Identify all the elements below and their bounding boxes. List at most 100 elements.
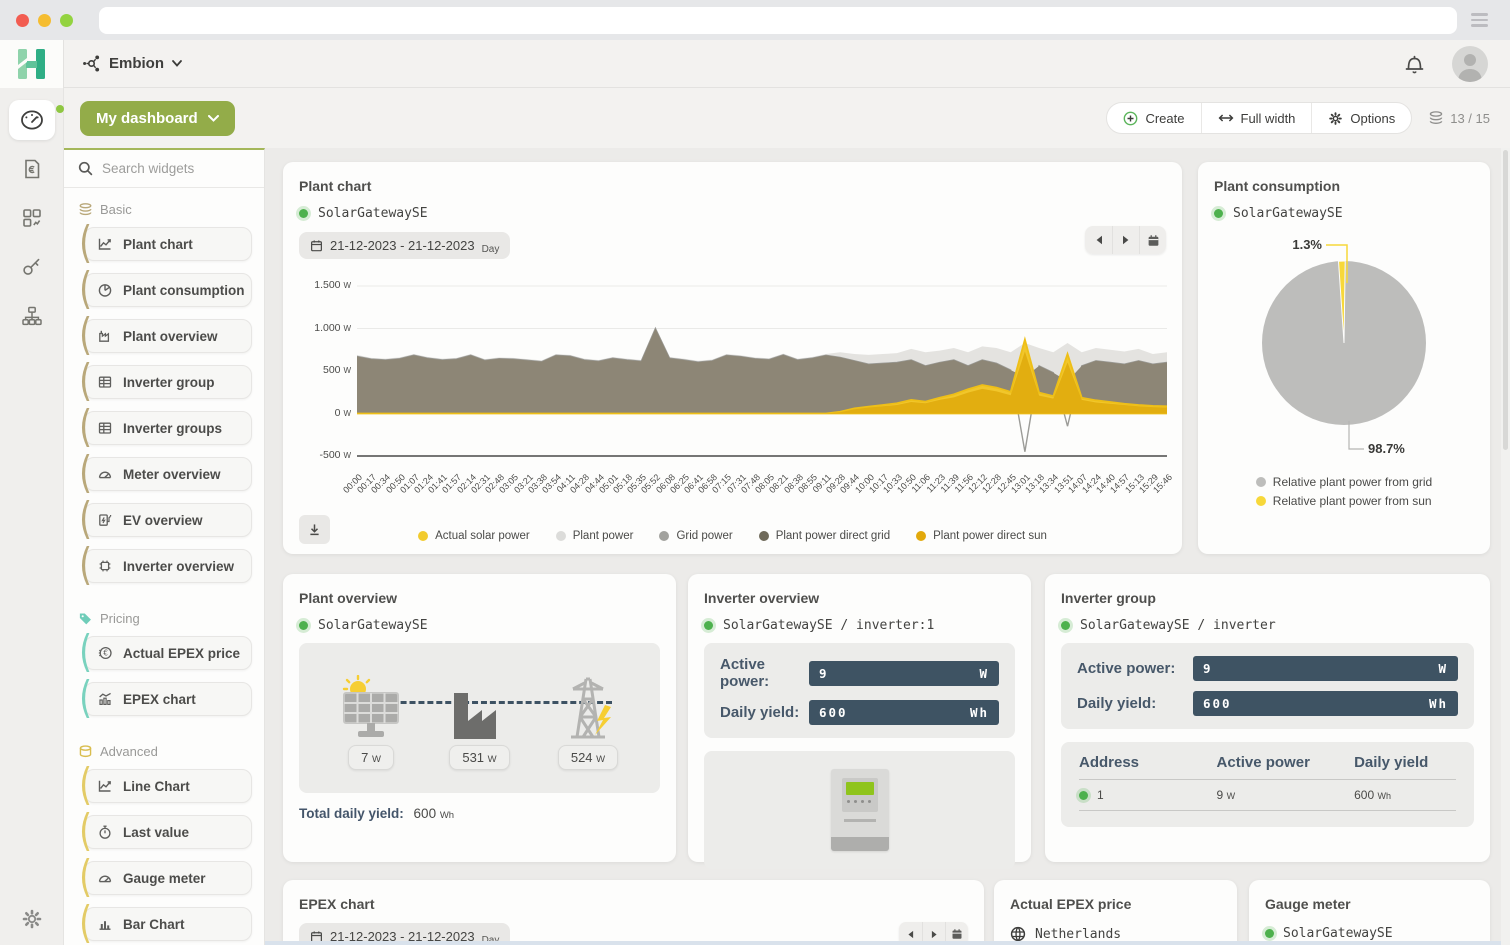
nav-widgets[interactable]: [9, 198, 55, 238]
nav-access-keys[interactable]: [9, 247, 55, 287]
nav-settings[interactable]: [0, 907, 64, 931]
widget-item-ev-overview[interactable]: ( EV overview: [84, 503, 252, 537]
table-row[interactable]: 1 9 W 600 Wh: [1079, 780, 1456, 811]
accent-bracket: (: [79, 542, 92, 588]
inverter-table: Address Active power Daily yield 1 9 W 6…: [1061, 742, 1474, 827]
user-avatar[interactable]: [1452, 46, 1488, 82]
widget-title: EPEX chart: [299, 896, 968, 912]
x-axis: 00:0000:1700:3400:5001:0701:2401:4101:57…: [357, 468, 1167, 518]
grid-leader-line: [1349, 421, 1364, 449]
nav-dashboards[interactable]: [9, 100, 55, 140]
grid-power-value: 524 W: [558, 745, 618, 770]
vertical-scrollbar[interactable]: [1501, 148, 1510, 945]
minimize-window-button[interactable]: [38, 14, 51, 27]
daily-yield-value: 600Wh: [809, 700, 999, 725]
plant-overview-widget: Plant overview SolarGatewaySE: [283, 574, 676, 862]
sidebar-section-advanced: Advanced ( Line Chart ( Last value (: [64, 730, 264, 945]
url-bar[interactable]: [99, 7, 1457, 34]
energy-flow-panel: 7 W 531 W: [299, 643, 660, 793]
line-chart-icon: [97, 778, 113, 794]
widget-item-gauge-meter[interactable]: ( Gauge meter: [84, 861, 252, 895]
col-active-power: Active power: [1217, 754, 1355, 771]
next-period-button[interactable]: [1112, 226, 1139, 254]
widget-title: Plant overview: [299, 590, 660, 606]
legend-actual-solar-power[interactable]: Actual solar power: [418, 530, 530, 542]
options-button[interactable]: Options: [1311, 103, 1411, 133]
widget-item-inverter-groups[interactable]: ( Inverter groups: [84, 411, 252, 445]
consumption-pie-chart[interactable]: 1.3%98.7%: [1214, 223, 1474, 475]
prev-period-button[interactable]: [1085, 226, 1112, 254]
daily-yield-label: Daily yield:: [720, 704, 809, 721]
factory-icon: [97, 328, 113, 344]
active-power-value: 9W: [1193, 656, 1458, 681]
legend-dot: [1256, 477, 1266, 487]
calendar-button[interactable]: [1139, 226, 1166, 254]
legend-plant-power-direct-sun[interactable]: Plant power direct sun: [916, 530, 1047, 542]
widgets-grid-icon: [21, 207, 43, 229]
accent-bracket: (: [79, 220, 92, 266]
window-controls: [16, 14, 73, 27]
epex-chart-widget: EPEX chart 21-12-2023 - 21-12-2023 Day: [283, 880, 984, 945]
solar-power-value: 7 W: [348, 745, 394, 770]
browser-menu-icon[interactable]: [1471, 13, 1488, 27]
legend-grid-power[interactable]: Grid power: [659, 530, 732, 542]
dashboard-selector-button[interactable]: My dashboard: [80, 101, 235, 136]
widget-item-epex-chart[interactable]: ( EPEX chart: [84, 682, 252, 716]
widget-search: [64, 150, 264, 188]
gauge-icon: [97, 466, 113, 482]
device-name: SolarGatewaySE: [318, 206, 428, 221]
widget-item-plant-overview[interactable]: ( Plant overview: [84, 319, 252, 353]
close-window-button[interactable]: [16, 14, 29, 27]
widget-item-meter-overview[interactable]: ( Meter overview: [84, 457, 252, 491]
inverter-device-icon: [831, 769, 889, 851]
status-dot: [299, 621, 308, 630]
legend-relative-plant-power-from-sun[interactable]: Relative plant power from sun: [1256, 494, 1432, 508]
legend-plant-power[interactable]: Plant power: [556, 530, 634, 542]
person-icon: [1452, 46, 1488, 82]
legend-plant-power-direct-grid[interactable]: Plant power direct grid: [759, 530, 890, 542]
legend-relative-plant-power-from-grid[interactable]: Relative plant power from grid: [1256, 475, 1432, 489]
chip-icon: [97, 558, 113, 574]
full-width-button[interactable]: Full width: [1201, 103, 1312, 133]
chevron-left-icon: [907, 930, 914, 939]
nav-topology[interactable]: [9, 296, 55, 336]
y-tick-label: 1.000 W: [299, 322, 351, 334]
maximize-window-button[interactable]: [60, 14, 73, 27]
nav-reports[interactable]: [9, 149, 55, 189]
dashboard-name: My dashboard: [96, 110, 198, 127]
app-logo[interactable]: [0, 40, 64, 88]
sun-percentage-label: 1.3%: [1292, 237, 1322, 252]
widget-item-bar-chart[interactable]: ( Bar Chart: [84, 907, 252, 941]
widget-item-line-chart[interactable]: ( Line Chart: [84, 769, 252, 803]
section-label: Advanced: [100, 744, 158, 759]
status-dot: [1061, 621, 1070, 630]
coin-icon: €: [97, 645, 113, 661]
accent-bracket: (: [79, 808, 92, 854]
widget-item-plant-chart[interactable]: ( Plant chart: [84, 227, 252, 261]
notifications-bell-icon[interactable]: [1403, 52, 1426, 76]
section-label: Pricing: [100, 611, 140, 626]
widget-count-label: 13 / 15: [1450, 111, 1490, 126]
accent-bracket: (: [79, 404, 92, 450]
widget-item-plant-consumption[interactable]: ( Plant consumption: [84, 273, 252, 307]
org-switcher[interactable]: Embion: [82, 54, 182, 73]
y-axis: 1.500 W1.000 W500 W0 W-500 W: [299, 280, 351, 466]
status-dot: [1265, 929, 1274, 938]
search-input[interactable]: [102, 161, 242, 176]
h-logo-icon: [18, 49, 46, 79]
widget-title: Plant chart: [299, 178, 1166, 194]
legend-dot: [418, 531, 428, 541]
pie-chart-icon: [97, 282, 113, 298]
widget-item-last-value[interactable]: ( Last value: [84, 815, 252, 849]
create-button[interactable]: Create: [1107, 103, 1200, 133]
device-name: SolarGatewaySE: [1283, 926, 1393, 941]
time-series-chart[interactable]: [357, 280, 1167, 466]
horizontal-scrollbar[interactable]: [265, 941, 1510, 945]
gauge-meter-widget: Gauge meter SolarGatewaySE: [1249, 880, 1490, 945]
date-range-picker[interactable]: 21-12-2023 - 21-12-2023 Day: [299, 232, 510, 259]
widget-item-inverter-overview[interactable]: ( Inverter overview: [84, 549, 252, 583]
globe-icon: [1010, 926, 1026, 942]
widget-item-inverter-group[interactable]: ( Inverter group: [84, 365, 252, 399]
widget-item-actual-epex-price[interactable]: ( € Actual EPEX price: [84, 636, 252, 670]
region-name: Netherlands: [1035, 927, 1121, 942]
